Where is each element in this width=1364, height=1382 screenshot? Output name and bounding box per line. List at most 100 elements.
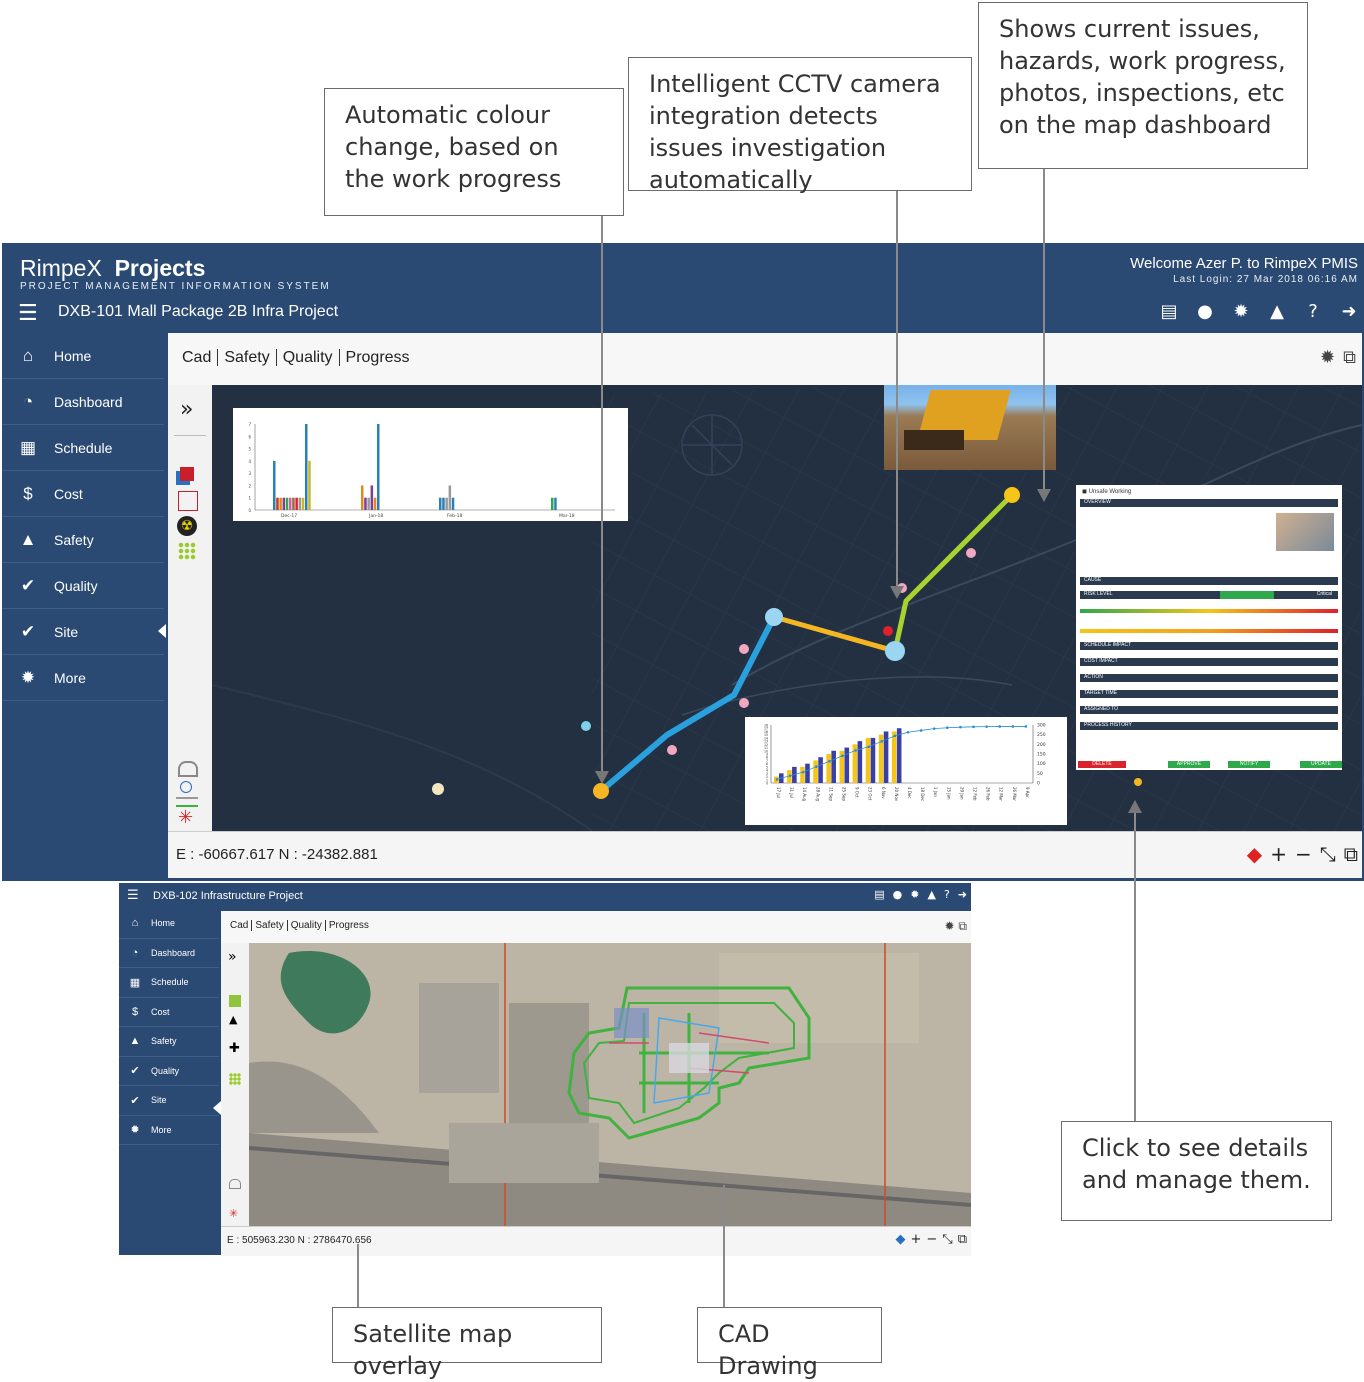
grid-dots-icon[interactable] <box>229 1073 241 1085</box>
section-overview[interactable]: OVERVIEW <box>1080 499 1338 507</box>
help-icon[interactable]: ? <box>944 888 950 901</box>
zoom-window-icon[interactable]: ⧉ <box>1344 842 1358 866</box>
x-tick-label: 6 Nov <box>881 787 886 799</box>
menu-icon[interactable]: ☰ <box>127 888 139 903</box>
section-schedule-impact[interactable]: SCHEDULE IMPACT <box>1080 642 1338 650</box>
section-cost-impact[interactable]: COST IMPACT <box>1080 658 1338 666</box>
settings-gear-icon[interactable]: ✹ <box>1320 347 1335 368</box>
bar <box>285 497 289 510</box>
issue-detail-card[interactable]: ◼ Unsafe Working OVERVIEW CAUSE RISK LEV… <box>1076 485 1342 770</box>
sidebar-item-label: Schedule <box>151 977 189 988</box>
chart-tool-icon[interactable] <box>178 491 198 511</box>
delete-button[interactable]: DELETE <box>1078 761 1126 768</box>
quality-check-icon: ✔ <box>130 1065 140 1078</box>
section-target-time[interactable]: TARGET TIME <box>1080 690 1338 698</box>
cone-icon[interactable]: ▲ <box>229 1013 237 1026</box>
cross-tool-icon[interactable]: ✳ <box>178 807 193 828</box>
map-layer-icon[interactable]: ◆ <box>1247 842 1262 866</box>
logout-icon[interactable]: ➜ <box>958 888 967 901</box>
sidebar-item-site[interactable]: ✔ Site <box>119 1086 221 1116</box>
sidebar-item-cost[interactable]: $ Cost <box>119 998 219 1027</box>
settings-icon[interactable]: ✹ <box>1230 301 1252 322</box>
sidebar-item-dashboard[interactable]: ◔ Dashboard <box>2 379 164 425</box>
user-icon[interactable]: ● <box>893 888 903 901</box>
radiation-icon[interactable]: ☢ <box>177 516 197 536</box>
dollar-icon: $ <box>131 1005 139 1018</box>
line-point <box>801 770 805 774</box>
sidebar-item-schedule[interactable]: ▦ Schedule <box>119 968 219 998</box>
zoom-window-icon[interactable]: ⧉ <box>1343 347 1356 368</box>
tab-cad[interactable]: Cad <box>176 349 219 366</box>
zoom-in-icon[interactable]: + <box>1270 842 1287 866</box>
tab-quality[interactable]: Quality <box>276 349 340 366</box>
issue-title: ◼ Unsafe Working <box>1082 489 1132 495</box>
sidebar-item-dashboard[interactable]: ◔ Dashboard <box>119 939 219 968</box>
sidebar-item-cost[interactable]: $ Cost <box>2 471 164 517</box>
update-button[interactable]: UPDATE <box>1300 761 1342 768</box>
zoom-in-icon[interactable]: + <box>910 1232 921 1247</box>
tab-cad[interactable]: Cad <box>227 920 253 931</box>
menu-icon[interactable]: ☰ <box>18 301 38 326</box>
sidebar-item-safety[interactable]: ▲ Safety <box>119 1027 219 1057</box>
circle-tool-icon[interactable] <box>180 781 192 793</box>
zoom-window-icon[interactable]: ⧉ <box>958 1232 967 1247</box>
zoom-out-icon[interactable]: − <box>1295 842 1312 866</box>
logout-icon[interactable]: ➜ <box>1338 301 1360 322</box>
magnet-icon[interactable] <box>178 761 198 777</box>
section-risk-level[interactable]: RISK LEVEL Critical <box>1080 591 1338 599</box>
fit-extent-icon[interactable]: ⤡ <box>942 1232 952 1247</box>
section-assigned-to[interactable]: ASSIGNED TO <box>1080 706 1338 714</box>
zoom-window-icon[interactable]: ⧉ <box>958 919 967 933</box>
notify-button[interactable]: NOTIFY <box>1228 761 1270 768</box>
sidebar-item-more[interactable]: ✹ More <box>119 1116 219 1145</box>
sidebar-item-home[interactable]: ⌂ Home <box>2 333 164 379</box>
tab-progress[interactable]: Progress <box>326 920 372 931</box>
section-process-history[interactable]: PROCESS HISTORY <box>1080 722 1338 730</box>
section-cause[interactable]: CAUSE <box>1080 577 1338 585</box>
sidebar-item-home[interactable]: ⌂ Home <box>119 909 219 939</box>
list-icon[interactable]: ▤ <box>874 888 884 901</box>
help-icon[interactable]: ? <box>1302 301 1324 322</box>
expand-icon[interactable]: » <box>180 397 193 422</box>
settings-icon[interactable]: ✹ <box>910 888 919 901</box>
sidebar-item-label: Dashboard <box>54 393 123 410</box>
tab-quality[interactable]: Quality <box>287 920 326 931</box>
lines-tool-icon[interactable] <box>176 797 198 807</box>
satellite-map[interactable] <box>249 943 971 1226</box>
map-layer-icon[interactable]: ◆ <box>895 1232 905 1247</box>
sidebar-item-quality[interactable]: ✔ Quality <box>2 563 164 609</box>
user-icon[interactable]: ● <box>1194 301 1216 322</box>
expand-icon[interactable]: » <box>228 949 237 965</box>
sidebar-item-site[interactable]: ✔ Site <box>2 609 166 655</box>
sidebar-item-quality[interactable]: ✔ Quality <box>119 1057 219 1086</box>
bell-icon[interactable]: ▲ <box>1266 301 1288 322</box>
fit-extent-icon[interactable]: ⤡ <box>1320 842 1336 866</box>
sidebar-item-safety[interactable]: ▲ Safety <box>2 517 164 563</box>
bar <box>364 497 367 510</box>
approve-button[interactable]: APPROVE <box>1168 761 1210 768</box>
y-tick-label: 7 <box>248 422 251 427</box>
list-icon[interactable]: ▤ <box>1158 301 1180 322</box>
tab-progress[interactable]: Progress <box>340 349 416 366</box>
cctv-photo[interactable] <box>884 385 1056 470</box>
cross-tool-icon[interactable]: ✳ <box>229 1207 238 1220</box>
map-canvas[interactable]: 0 1 2 3 4 5 6 7 Dec-17 Jan-18 Feb-18 Mar-18 0 1 2 3 4 5 6… <box>212 385 1362 831</box>
bell-icon[interactable]: ▲ <box>927 888 935 901</box>
tab-safety[interactable]: Safety <box>218 349 277 366</box>
zoom-out-icon[interactable]: − <box>926 1232 937 1247</box>
settings-gear-icon[interactable]: ✹ <box>945 919 955 933</box>
line-point <box>972 725 975 729</box>
tab-safety[interactable]: Safety <box>252 920 288 931</box>
magnet-icon[interactable] <box>229 1179 241 1189</box>
section-action[interactable]: ACTION <box>1080 674 1338 682</box>
bar <box>554 497 557 510</box>
sidebar-item-label: Dashboard <box>151 947 196 958</box>
sidebar-item-more[interactable]: ✹ More <box>2 655 164 701</box>
grid-dots-icon[interactable] <box>178 542 196 560</box>
layers-icon[interactable] <box>180 467 194 481</box>
plus-tool-icon[interactable]: ✚ <box>229 1041 240 1056</box>
dashboard-icon: ◔ <box>131 946 139 959</box>
arrow-up-icon[interactable] <box>229 995 241 1007</box>
project-title: DXB-102 Infrastructure Project <box>153 890 303 902</box>
sidebar-item-schedule[interactable]: ▦ Schedule <box>2 425 164 471</box>
